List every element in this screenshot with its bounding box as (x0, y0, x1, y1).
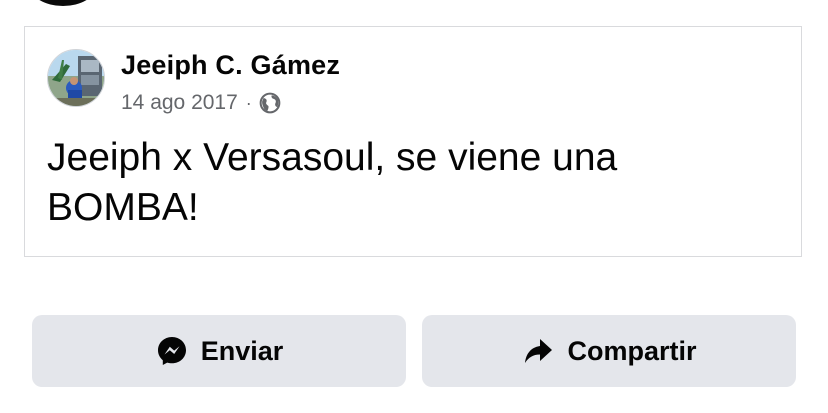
send-button-label: Enviar (200, 335, 284, 366)
post-text: Jeeiph x Versasoul, se viene una BOMBA! (47, 136, 618, 229)
shared-post-card[interactable]: Jeeiph C. Gámez 14 ago 2017 · Jeeiph x V… (24, 26, 802, 257)
share-button[interactable]: Compartir (422, 315, 796, 387)
author-name[interactable]: Jeeiph C. Gámez (121, 50, 340, 81)
author-avatar[interactable] (47, 49, 105, 107)
post-meta: 14 ago 2017 · (121, 89, 281, 117)
share-arrow-icon (521, 334, 555, 368)
send-button[interactable]: Enviar (32, 315, 406, 387)
share-button-label: Compartir (567, 335, 697, 366)
page: Jeeiph C. Gámez 14 ago 2017 · Jeeiph x V… (0, 0, 828, 413)
meta-separator: · (245, 92, 252, 113)
messenger-icon (155, 334, 189, 368)
cropped-avatar (30, 0, 96, 6)
avatar-photo (48, 50, 104, 106)
post-date[interactable]: 14 ago 2017 (121, 91, 238, 115)
globe-icon[interactable] (259, 92, 281, 114)
